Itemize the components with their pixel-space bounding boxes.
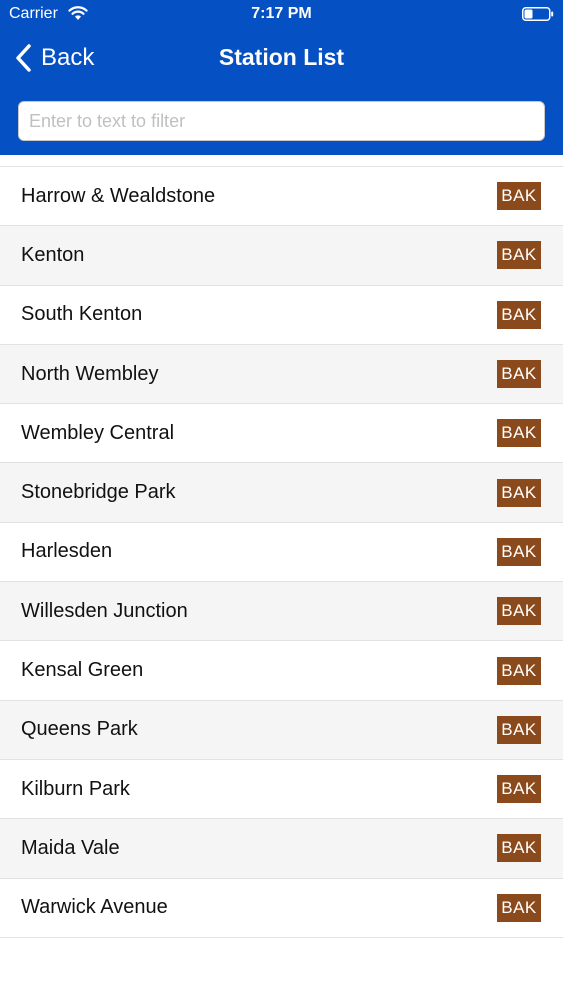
station-row[interactable]: Kensal Green BAK <box>0 641 563 701</box>
station-name: Maida Vale <box>21 836 120 859</box>
station-name: Harrow & Wealdstone <box>21 184 216 207</box>
station-row[interactable]: North Wembley BAK <box>0 344 563 405</box>
station-name: Stonebridge Park <box>21 481 176 504</box>
station-row[interactable]: Maida Vale BAK <box>0 819 563 879</box>
station-row[interactable]: Wembley Central BAK <box>0 404 563 464</box>
line-badge: BAK <box>497 597 541 626</box>
station-row[interactable]: Warwick Avenue BAK <box>0 879 563 938</box>
line-badge: BAK <box>497 715 541 744</box>
station-name: Queens Park <box>21 718 138 741</box>
station-name: Wembley Central <box>21 421 175 444</box>
station-name: Kilburn Park <box>21 777 130 800</box>
station-row[interactable]: South Kenton BAK <box>0 286 563 345</box>
line-badge: BAK <box>497 656 541 685</box>
status-time: 7:17 PM <box>251 5 312 22</box>
line-badge: BAK <box>497 537 541 566</box>
station-name: Warwick Avenue <box>21 896 168 919</box>
page-title: Station List <box>218 44 345 70</box>
line-badge: BAK <box>497 834 541 863</box>
line-badge: BAK <box>497 300 541 329</box>
station-list: Harrow & Wealdstone BAK Kenton BAK South Ken… <box>0 166 563 938</box>
navigation-bar: Back Station List <box>0 30 563 86</box>
line-badge: BAK <box>497 360 541 389</box>
line-badge: BAK <box>497 893 541 922</box>
status-bar: Carrier 7:17 PM <box>0 0 563 30</box>
station-name: Willesden Junction <box>21 599 188 622</box>
station-name: South Kenton <box>21 303 143 326</box>
line-badge: BAK <box>497 775 541 804</box>
line-badge: BAK <box>497 419 541 448</box>
station-row[interactable]: Harrow & Wealdstone BAK <box>0 167 563 227</box>
line-badge: BAK <box>497 478 541 507</box>
station-row[interactable]: Kilburn Park BAK <box>0 760 563 820</box>
line-badge: BAK <box>497 182 541 211</box>
station-name: Harlesden <box>21 540 113 563</box>
filter-input[interactable] <box>18 101 545 141</box>
station-row[interactable]: Queens Park BAK <box>0 700 563 760</box>
station-name: Kensal Green <box>21 659 144 682</box>
station-name: North Wembley <box>21 362 159 385</box>
station-row[interactable]: Harlesden BAK <box>0 523 563 583</box>
line-badge: BAK <box>497 241 541 270</box>
battery-icon <box>522 7 554 21</box>
app-header: Carrier 7:17 PM Back Station List <box>0 0 563 155</box>
station-name: Kenton <box>21 243 85 266</box>
station-row[interactable]: Kenton BAK <box>0 226 563 286</box>
station-row[interactable]: Willesden Junction BAK <box>0 582 563 642</box>
station-row[interactable]: Stonebridge Park BAK <box>0 463 563 523</box>
